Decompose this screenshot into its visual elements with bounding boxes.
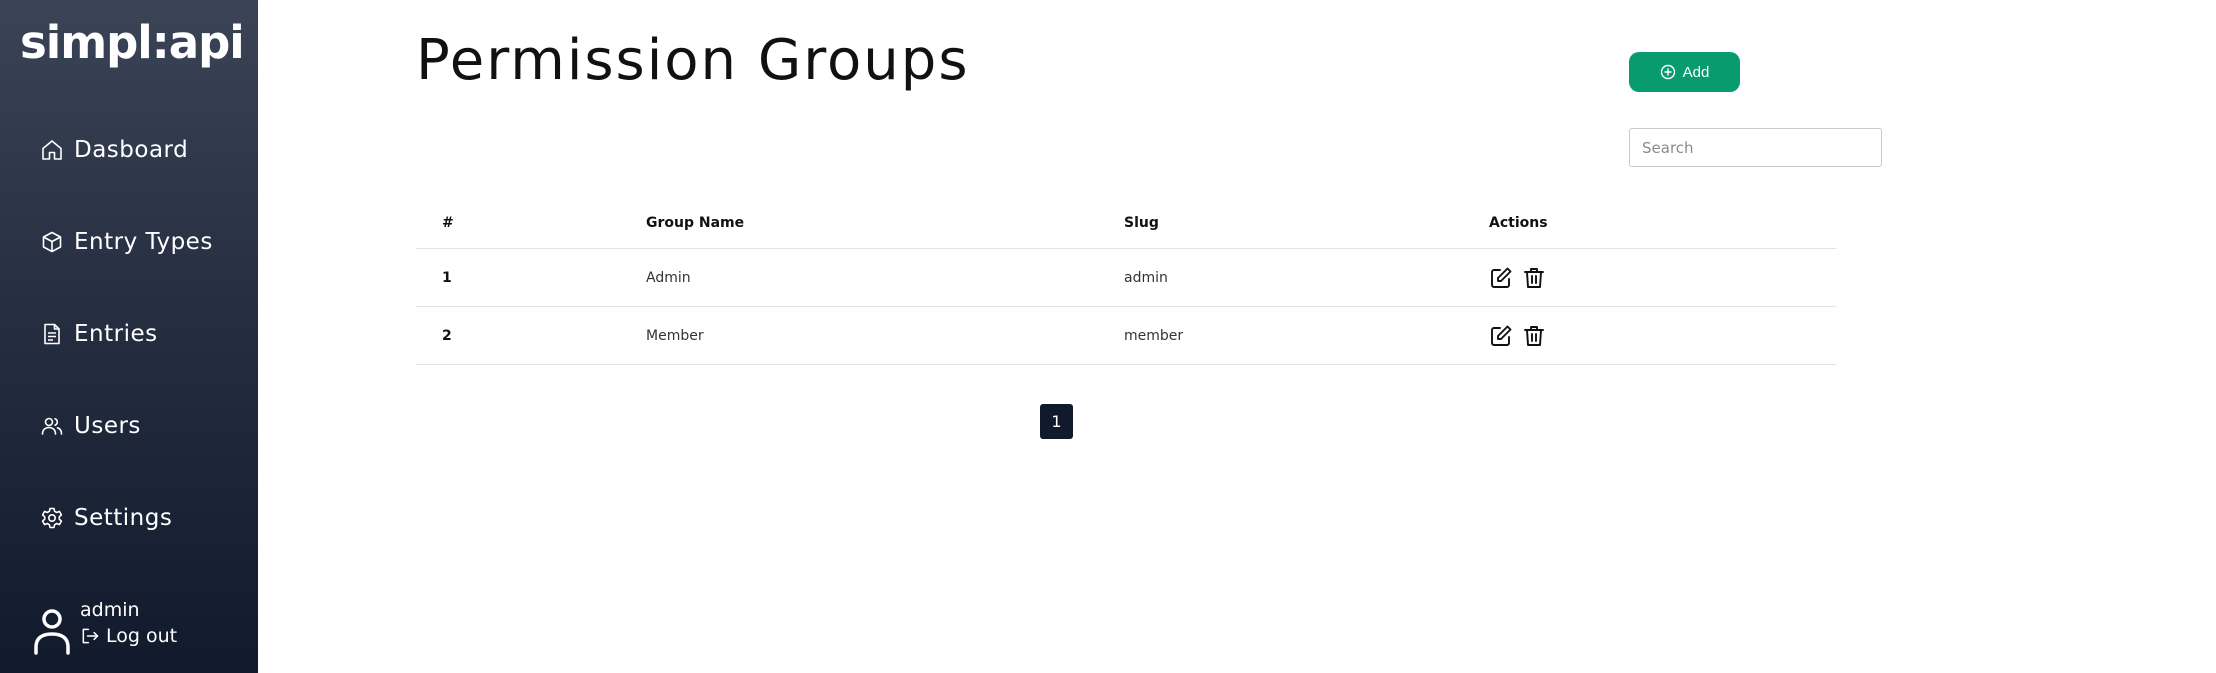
actions-cell (1489, 249, 1555, 306)
trash-icon[interactable] (1522, 324, 1546, 348)
slug-cell: member (1124, 327, 1184, 344)
logout-label: Log out (106, 625, 178, 647)
row-number: 2 (442, 327, 452, 344)
sidebar-item-label: Dasboard (74, 137, 189, 163)
add-button[interactable]: Add (1629, 52, 1740, 92)
add-button-label: Add (1682, 63, 1710, 81)
pagination-page-button[interactable]: 1 (1040, 404, 1073, 439)
trash-icon[interactable] (1522, 266, 1546, 290)
group-name-cell: Admin (646, 269, 691, 286)
sidebar-item-settings[interactable]: Settings (40, 498, 172, 538)
sidebar-item-entries[interactable]: Entries (40, 314, 158, 354)
row-number: 1 (442, 269, 452, 286)
sidebar-item-label: Users (74, 413, 141, 439)
sidebar-item-label: Entries (74, 321, 158, 347)
column-header-number: # (442, 214, 454, 231)
column-header-actions: Actions (1489, 214, 1548, 231)
permission-groups-table: # Group Name Slug Actions 1 Admin admin (416, 197, 1836, 365)
sidebar-item-users[interactable]: Users (40, 406, 141, 446)
users-icon (41, 417, 63, 435)
column-header-group-name: Group Name (646, 214, 745, 231)
column-header-slug: Slug (1124, 214, 1159, 231)
logout-icon (82, 628, 99, 644)
sidebar-item-label: Entry Types (74, 229, 213, 255)
table-row: 2 Member member (416, 307, 1836, 365)
search-input[interactable] (1629, 128, 1882, 167)
sidebar-item-dashboard[interactable]: Dasboard (40, 130, 188, 170)
edit-icon[interactable] (1489, 266, 1513, 290)
sidebar-item-label: Settings (74, 505, 173, 531)
plus-circle-icon (1660, 64, 1675, 80)
actions-cell (1489, 307, 1555, 364)
sidebar: simpl:api Dasboard Entry Types Entries U… (0, 0, 258, 673)
user-name: admin (80, 599, 140, 621)
group-name-cell: Member (646, 327, 704, 344)
sidebar-item-entry-types[interactable]: Entry Types (40, 222, 213, 262)
app-logo[interactable]: simpl:api (20, 16, 245, 69)
home-icon (42, 140, 62, 160)
table-row: 1 Admin admin (416, 249, 1836, 307)
table-header: # Group Name Slug Actions (416, 197, 1836, 249)
page-title: Permission Groups (416, 28, 970, 93)
edit-icon[interactable] (1489, 324, 1513, 348)
slug-cell: admin (1124, 269, 1168, 286)
cube-icon (42, 231, 62, 253)
gear-icon (41, 507, 63, 529)
document-icon (44, 323, 60, 345)
user-avatar-icon (34, 609, 70, 655)
user-profile: admin Log out (32, 597, 252, 667)
logout-button[interactable]: Log out (80, 625, 177, 647)
